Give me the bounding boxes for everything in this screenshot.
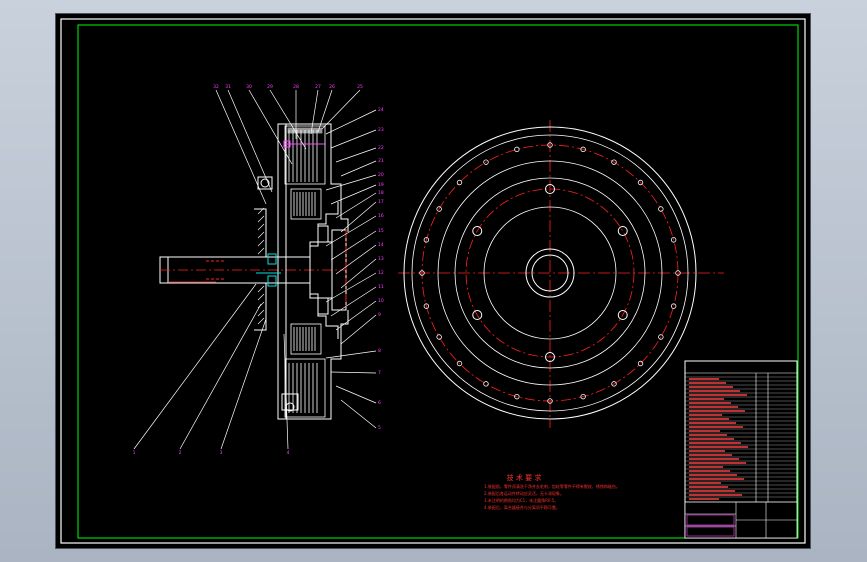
- part-number-label: 21: [378, 158, 384, 164]
- part-number-label: 11: [378, 284, 384, 290]
- part-number-label: 16: [378, 213, 384, 219]
- leader-line: [330, 129, 377, 149]
- friction-disc-stack-upper: [284, 125, 326, 220]
- part-number-label: 24: [378, 107, 384, 113]
- part-number-label: 17: [378, 199, 384, 205]
- part-number-label: 5: [378, 425, 381, 431]
- leader-line: [325, 215, 377, 247]
- leader-line: [325, 109, 377, 135]
- leader-line: [179, 303, 262, 450]
- part-number-label: 9: [378, 312, 381, 318]
- part-number-label: 28: [293, 84, 299, 90]
- leader-line: [330, 230, 377, 261]
- part-number-label: 25: [357, 84, 363, 90]
- technical-notes: 技 术 要 求 1.装配前，零件须清洗干净并去毛刺，齿轮等零件不得有裂纹、锈蚀和…: [484, 473, 620, 510]
- part-number-label: 19: [378, 182, 384, 188]
- leader-line: [330, 371, 377, 374]
- section-view: 32 31 30 29 28 27 26 25242322212019181716151413…: [133, 84, 384, 456]
- leader-line: [335, 147, 377, 163]
- part-number-label: 14: [378, 242, 384, 248]
- leader-line: [340, 314, 377, 345]
- note-line-2: 2.装配后各运动件转动应灵活，无卡滞现象。: [484, 490, 564, 496]
- note-line-4: 4.装配后，离合器接合与分离须平稳可靠。: [484, 504, 560, 510]
- leader-line: [325, 174, 377, 191]
- leader-line: [335, 300, 377, 331]
- part-number-label: 27: [315, 84, 321, 90]
- part-number-label: 2: [179, 450, 182, 456]
- note-line-3: 3.未注明的倒角均为C1，未注圆角R0.5。: [484, 497, 558, 503]
- front-view: [398, 120, 724, 428]
- outer-bolt-hole: [456, 179, 463, 186]
- part-number-label: 26: [329, 84, 335, 90]
- leader-line: [335, 192, 377, 219]
- title-block: [684, 501, 798, 539]
- leader-line: [325, 272, 377, 303]
- part-number-label: 30: [246, 84, 252, 90]
- note-line-1: 1.装配前，零件须清洗干净并去毛刺，齿轮等零件不得有裂纹、锈蚀和碰伤。: [484, 483, 620, 489]
- outer-bolt-hole: [670, 303, 677, 309]
- notes-title: 技 术 要 求: [507, 473, 542, 482]
- hub-housing: [254, 202, 347, 339]
- leader-line: [133, 283, 257, 450]
- outer-bolt-hole: [658, 206, 664, 212]
- part-number-label: 32: [213, 84, 219, 90]
- leader-line: [227, 89, 273, 193]
- part-number-label: 6: [378, 400, 381, 406]
- leader-line: [310, 89, 319, 135]
- hatching: [257, 207, 265, 325]
- leader-line: [325, 350, 377, 359]
- part-number-label: 18: [378, 190, 384, 196]
- part-number-label: 12: [378, 270, 384, 276]
- part-number-label: 1: [133, 450, 136, 456]
- leader-line: [321, 89, 361, 130]
- drawing-sheet: 32 31 30 29 28 27 26 25 24 23 22 21 20 19 18 17 16 15 14 13…: [56, 14, 810, 548]
- leader-line: [330, 286, 377, 317]
- outer-bolt-hole: [514, 146, 520, 153]
- leader-line: [335, 244, 377, 275]
- cad-drawing-canvas: 32 31 30 29 28 27 26 25242322212019181716151413…: [60, 18, 806, 544]
- leader-lines: [133, 89, 377, 450]
- leader-line: [340, 399, 377, 429]
- leader-line: [220, 318, 267, 450]
- outer-bolt-hole: [483, 381, 489, 387]
- outer-bolt-hole: [637, 360, 644, 367]
- part-number-label: 10: [378, 298, 384, 304]
- part-number-label: 13: [378, 256, 384, 262]
- leader-line: [269, 89, 307, 150]
- part-number-label: 7: [378, 370, 381, 376]
- part-number-label: 23: [378, 127, 384, 133]
- part-number-label: 22: [378, 145, 384, 151]
- part-number-label: 3: [220, 450, 223, 456]
- leader-line: [215, 89, 267, 205]
- part-number-label: 20: [378, 172, 384, 178]
- leader-line: [340, 201, 377, 233]
- part-number-label: 4: [287, 450, 290, 456]
- outer-bolt-hole: [436, 334, 442, 340]
- outer-drum: [257, 123, 349, 420]
- part-number-label: 31: [225, 84, 231, 90]
- part-number-label: 15: [378, 228, 384, 234]
- leader-line: [340, 160, 377, 177]
- parts-list-table: [684, 360, 798, 539]
- leader-line: [330, 184, 377, 205]
- shaft: [159, 256, 346, 284]
- part-number-label: 8: [378, 348, 381, 354]
- part-number-label: 29: [267, 84, 273, 90]
